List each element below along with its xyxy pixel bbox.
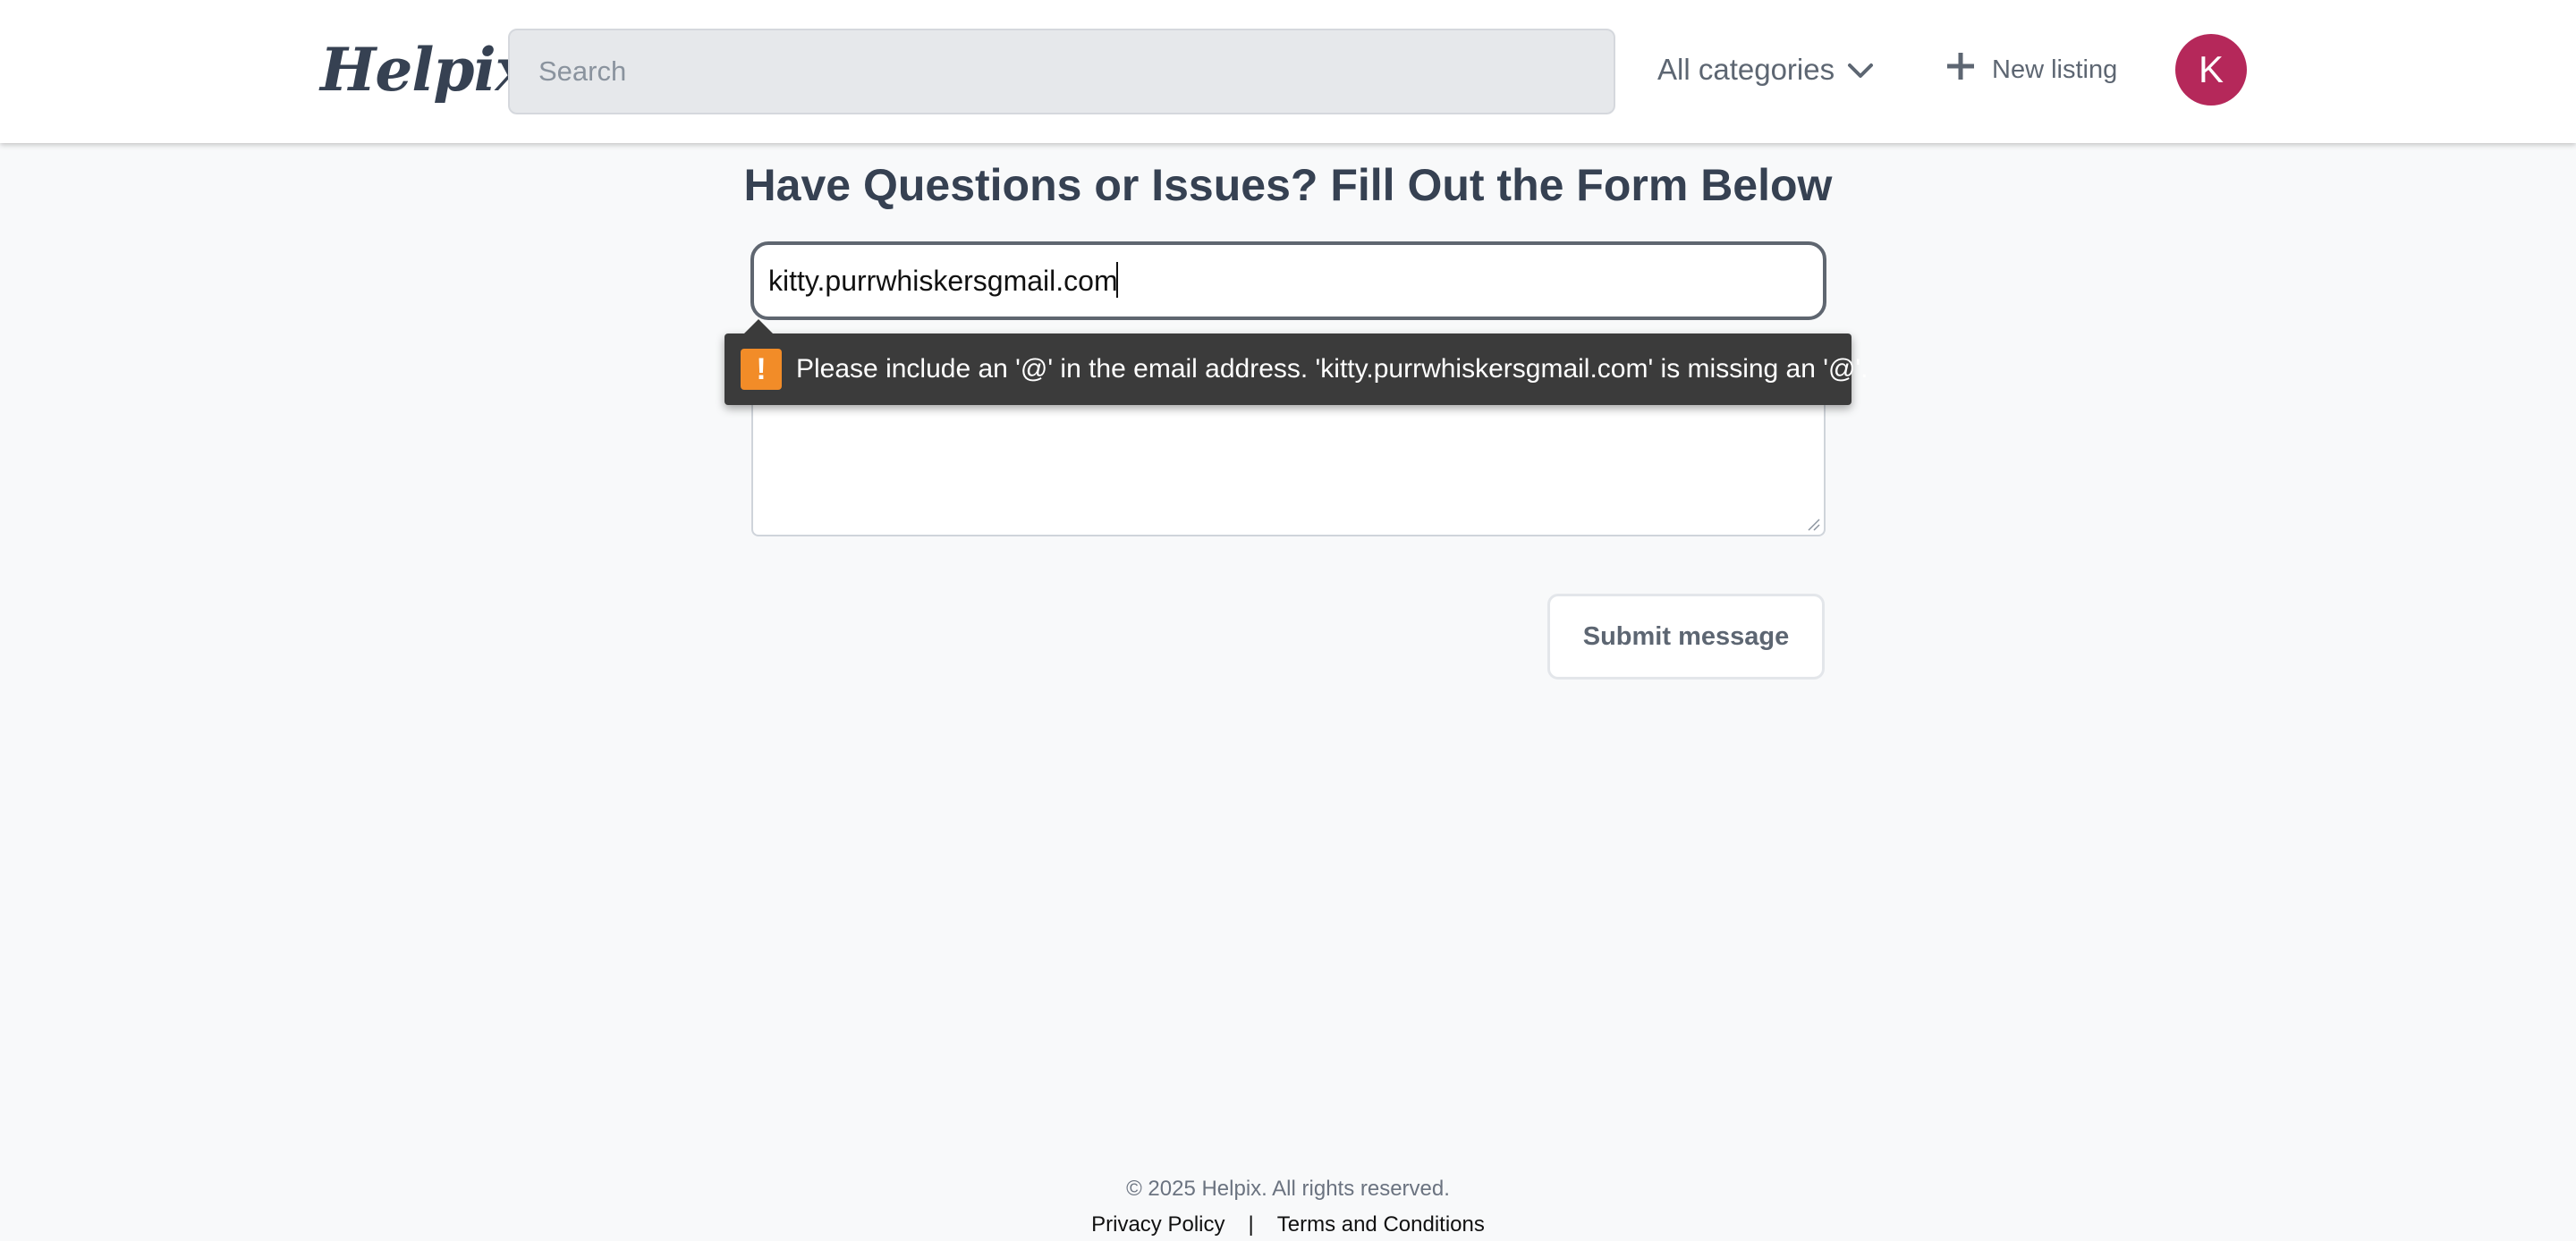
plus-icon <box>1945 51 1976 89</box>
all-categories-dropdown[interactable]: All categories <box>1657 46 1874 93</box>
warning-icon: ! <box>741 349 782 390</box>
top-navbar: Helpix All categories New listing K <box>0 0 2576 143</box>
email-field[interactable] <box>750 241 1826 320</box>
submit-message-button[interactable]: Submit message <box>1547 594 1825 680</box>
search-bar[interactable] <box>508 29 1615 114</box>
email-input[interactable] <box>754 245 1823 317</box>
tooltip-arrow <box>744 319 773 333</box>
footer-links: Privacy Policy | Terms and Conditions <box>0 1212 2576 1237</box>
resize-handle-icon[interactable] <box>1806 517 1820 531</box>
categories-label: All categories <box>1657 53 1835 86</box>
avatar-initial: K <box>2198 48 2224 90</box>
terms-link[interactable]: Terms and Conditions <box>1277 1212 1485 1237</box>
page-title: Have Questions or Issues? Fill Out the F… <box>743 160 1833 210</box>
search-input[interactable] <box>510 30 1614 113</box>
validation-message: Please include an '@' in the email addre… <box>796 354 1868 384</box>
footer-separator: | <box>1248 1212 1254 1237</box>
text-cursor <box>1116 262 1118 298</box>
validation-tooltip: ! Please include an '@' in the email add… <box>724 319 1868 405</box>
new-listing-label: New listing <box>1992 55 2118 84</box>
copyright-text: © 2025 Helpix. All rights reserved. <box>1126 1177 1450 1201</box>
warning-icon-symbol: ! <box>756 351 767 386</box>
avatar[interactable]: K <box>2175 34 2247 106</box>
logo[interactable]: Helpix <box>320 34 530 106</box>
new-listing-button[interactable]: New listing <box>1945 46 2117 93</box>
privacy-policy-link[interactable]: Privacy Policy <box>1091 1212 1224 1237</box>
chevron-down-icon <box>1847 53 1874 87</box>
